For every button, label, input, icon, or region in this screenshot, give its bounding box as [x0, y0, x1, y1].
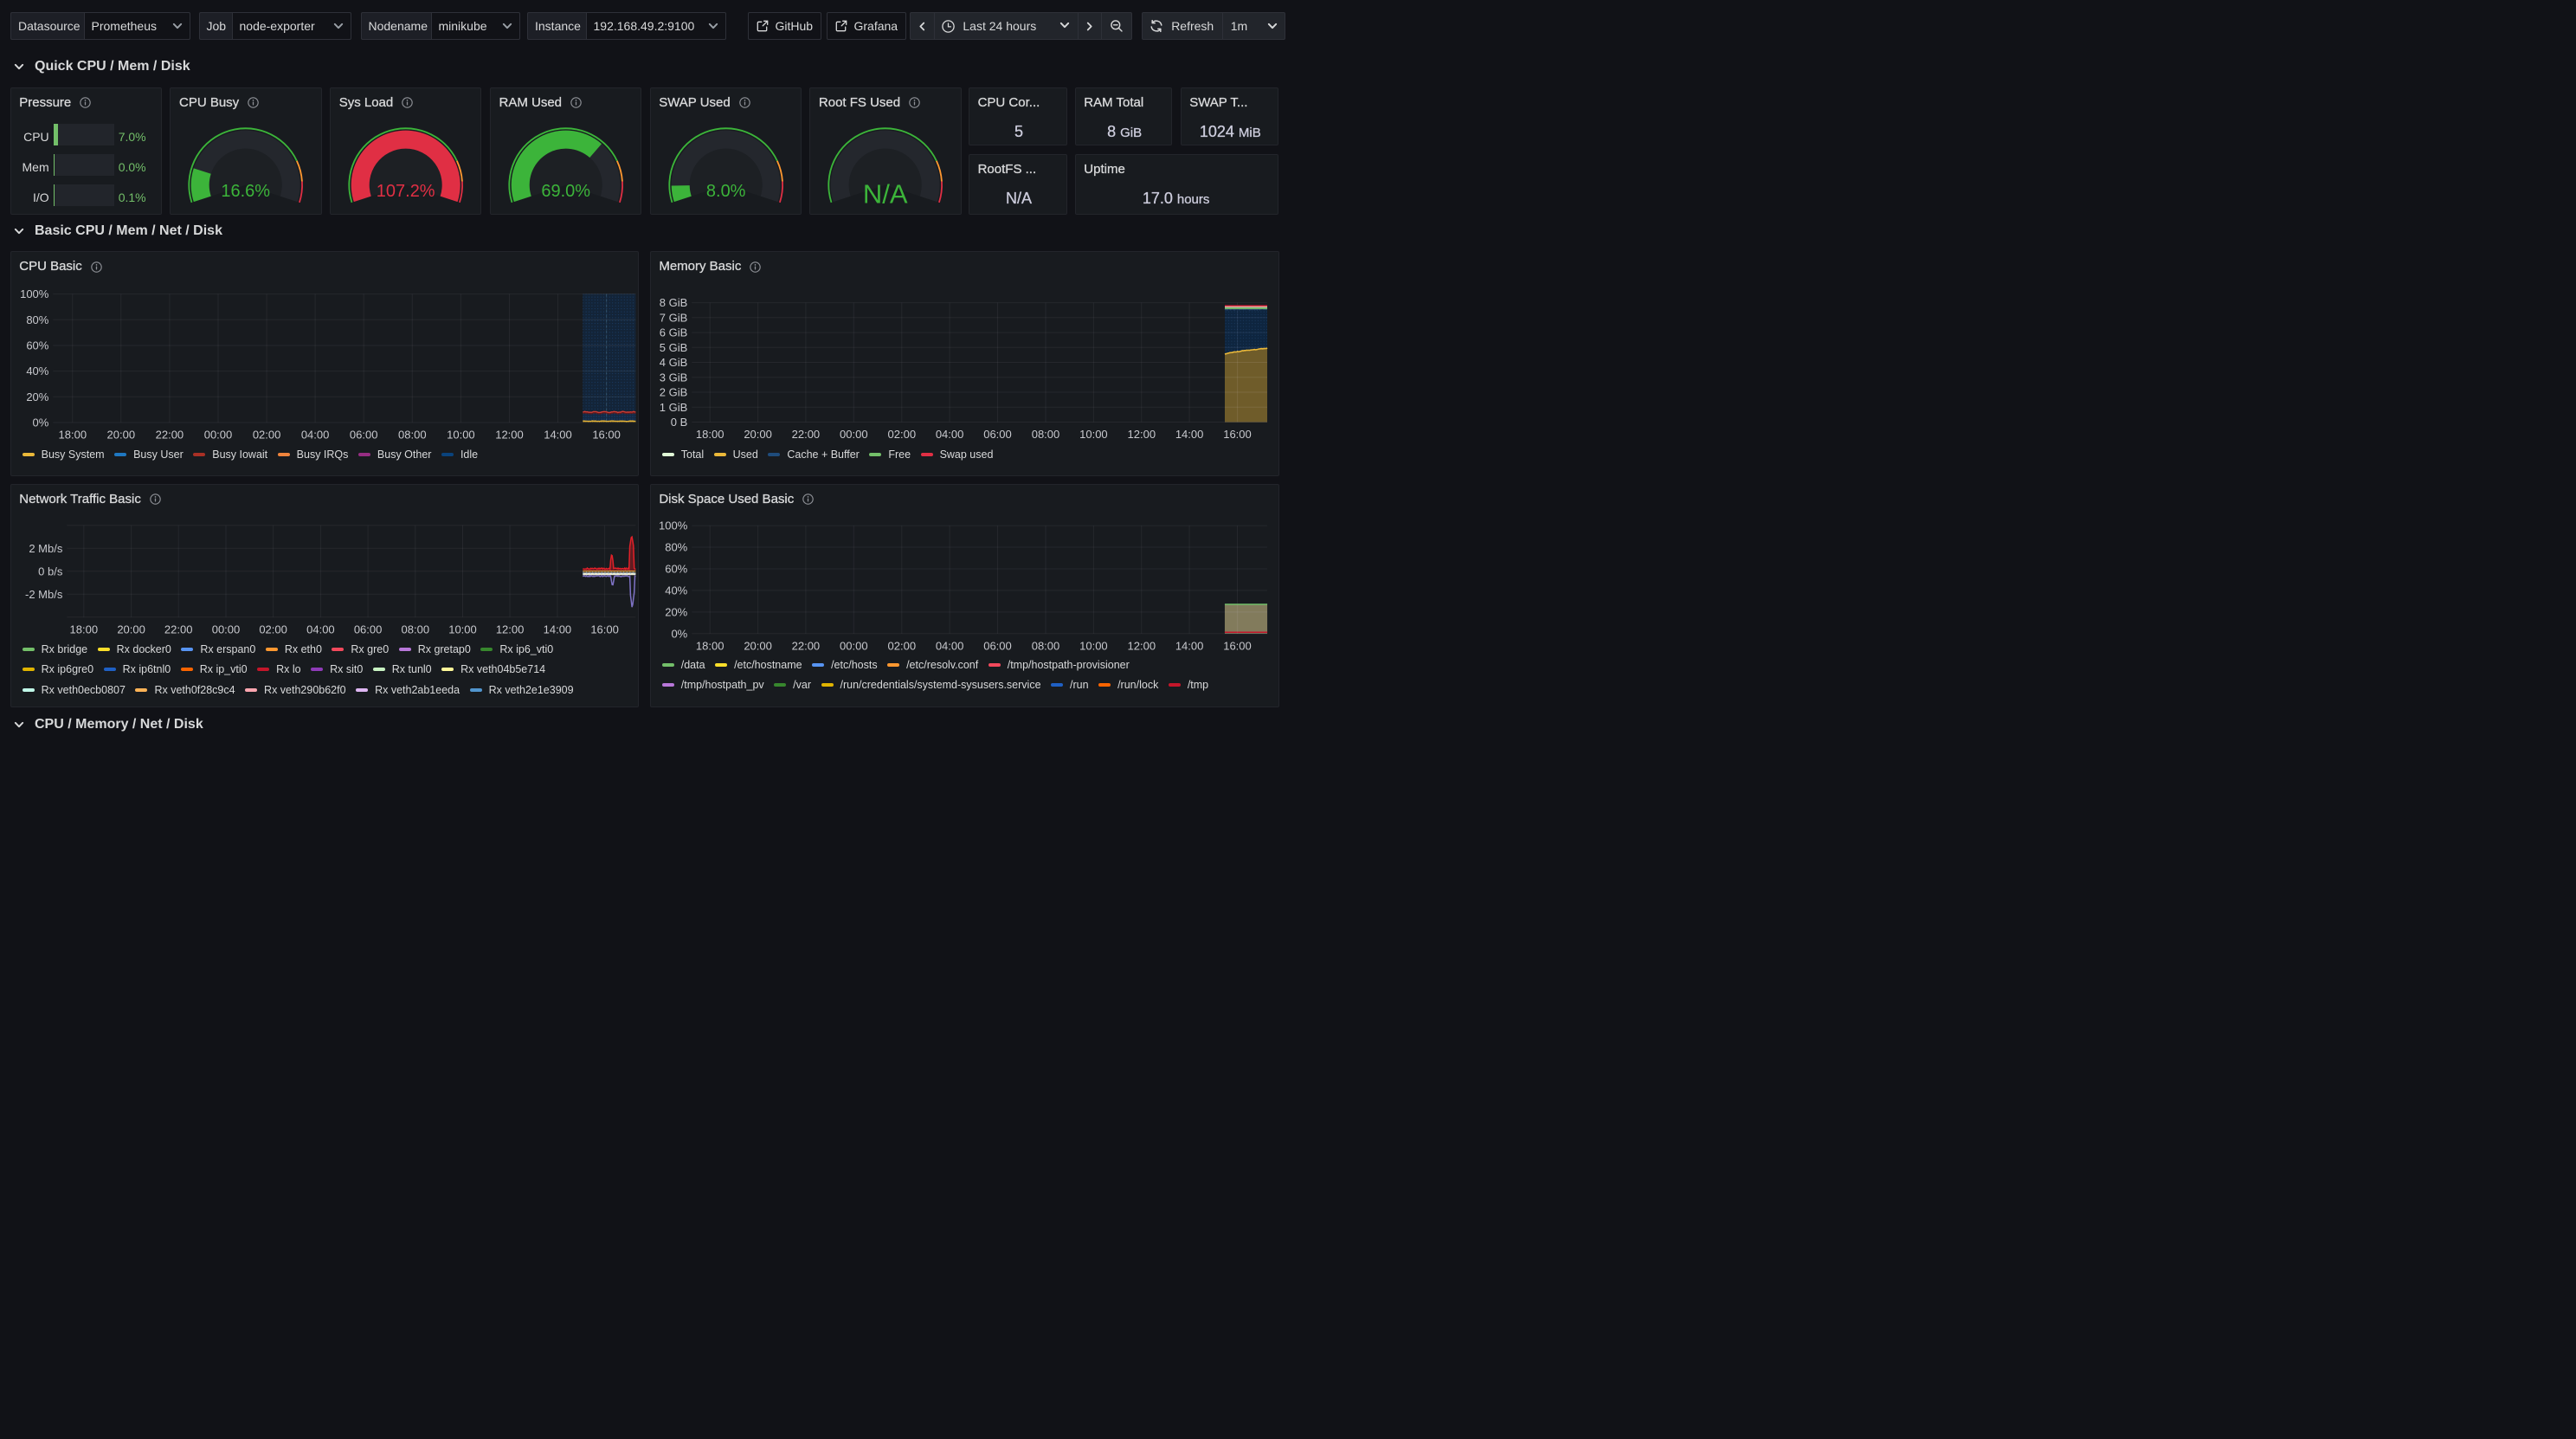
svg-text:20:00: 20:00	[744, 428, 772, 441]
svg-text:80%: 80%	[665, 540, 687, 553]
svg-text:10:00: 10:00	[1079, 428, 1108, 441]
svg-text:2 GiB: 2 GiB	[659, 386, 687, 399]
svg-text:14:00: 14:00	[543, 623, 571, 636]
svg-text:20%: 20%	[26, 390, 48, 403]
svg-text:20:00: 20:00	[744, 639, 772, 652]
svg-text:06:00: 06:00	[983, 428, 1012, 441]
svg-text:60%: 60%	[665, 562, 687, 575]
svg-text:22:00: 22:00	[155, 429, 184, 442]
svg-text:12:00: 12:00	[1127, 639, 1156, 652]
svg-text:2 Mb/s: 2 Mb/s	[29, 541, 63, 554]
svg-text:3 GiB: 3 GiB	[659, 371, 687, 384]
svg-text:7 GiB: 7 GiB	[659, 311, 687, 324]
svg-text:20:00: 20:00	[117, 623, 145, 636]
svg-text:0%: 0%	[32, 416, 48, 429]
svg-text:06:00: 06:00	[983, 639, 1012, 652]
svg-text:00:00: 00:00	[203, 429, 232, 442]
svg-text:8.0%: 8.0%	[706, 182, 746, 201]
svg-text:02:00: 02:00	[252, 429, 280, 442]
svg-text:10:00: 10:00	[1079, 639, 1108, 652]
svg-text:4 GiB: 4 GiB	[659, 356, 687, 369]
svg-text:06:00: 06:00	[353, 623, 382, 636]
svg-text:69.0%: 69.0%	[541, 182, 590, 201]
svg-text:N/A: N/A	[863, 178, 908, 209]
svg-text:100%: 100%	[659, 519, 688, 532]
svg-text:10:00: 10:00	[447, 429, 475, 442]
svg-text:6 GiB: 6 GiB	[659, 326, 687, 339]
svg-text:18:00: 18:00	[69, 623, 98, 636]
svg-text:107.2%: 107.2%	[377, 182, 435, 201]
svg-text:10:00: 10:00	[448, 623, 477, 636]
svg-text:0 b/s: 0 b/s	[38, 565, 63, 578]
svg-text:02:00: 02:00	[259, 623, 287, 636]
svg-text:60%: 60%	[26, 339, 48, 352]
svg-text:16:00: 16:00	[1223, 428, 1252, 441]
svg-text:04:00: 04:00	[300, 429, 329, 442]
svg-text:0%: 0%	[671, 627, 687, 640]
svg-text:0 B: 0 B	[670, 416, 687, 429]
svg-text:08:00: 08:00	[398, 429, 427, 442]
svg-text:18:00: 18:00	[696, 639, 724, 652]
svg-text:04:00: 04:00	[936, 428, 964, 441]
svg-text:14:00: 14:00	[1175, 639, 1204, 652]
svg-text:40%: 40%	[26, 365, 48, 377]
svg-text:12:00: 12:00	[1127, 428, 1156, 441]
svg-text:06:00: 06:00	[350, 429, 378, 442]
svg-text:40%: 40%	[665, 584, 687, 597]
svg-text:12:00: 12:00	[495, 623, 524, 636]
svg-text:16:00: 16:00	[590, 623, 619, 636]
svg-text:16:00: 16:00	[592, 429, 621, 442]
svg-text:14:00: 14:00	[544, 429, 572, 442]
svg-text:5 GiB: 5 GiB	[659, 341, 687, 354]
svg-text:22:00: 22:00	[791, 428, 820, 441]
svg-text:08:00: 08:00	[401, 623, 429, 636]
svg-text:08:00: 08:00	[1031, 639, 1059, 652]
svg-text:1 GiB: 1 GiB	[659, 401, 687, 414]
svg-text:02:00: 02:00	[887, 639, 916, 652]
svg-text:08:00: 08:00	[1031, 428, 1059, 441]
svg-text:20%: 20%	[665, 605, 687, 618]
svg-text:20:00: 20:00	[106, 429, 135, 442]
svg-text:8 GiB: 8 GiB	[659, 296, 687, 309]
svg-text:18:00: 18:00	[696, 428, 724, 441]
svg-text:22:00: 22:00	[164, 623, 193, 636]
svg-text:00:00: 00:00	[840, 428, 868, 441]
svg-text:14:00: 14:00	[1175, 428, 1204, 441]
svg-text:04:00: 04:00	[306, 623, 335, 636]
svg-text:00:00: 00:00	[840, 639, 868, 652]
svg-text:04:00: 04:00	[936, 639, 964, 652]
svg-text:-2 Mb/s: -2 Mb/s	[25, 587, 63, 600]
svg-text:18:00: 18:00	[58, 429, 87, 442]
svg-text:12:00: 12:00	[495, 429, 524, 442]
svg-text:80%: 80%	[26, 313, 48, 326]
svg-text:100%: 100%	[20, 287, 49, 300]
svg-text:16.6%: 16.6%	[222, 182, 271, 201]
svg-text:00:00: 00:00	[211, 623, 240, 636]
svg-text:02:00: 02:00	[887, 428, 916, 441]
svg-text:22:00: 22:00	[791, 639, 820, 652]
svg-text:16:00: 16:00	[1223, 639, 1252, 652]
